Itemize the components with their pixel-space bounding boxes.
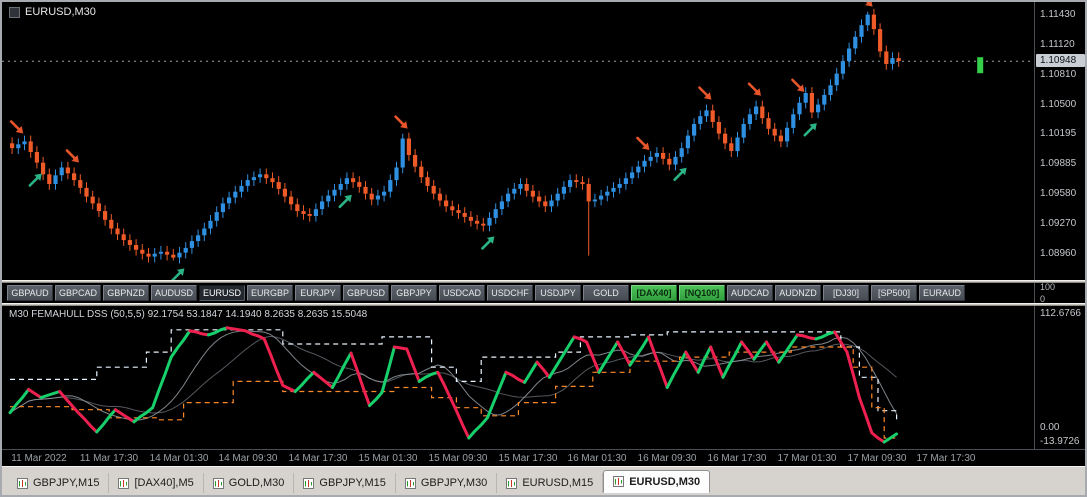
symbol-buttons-row: GBPAUD GBPCAD GBPNZD AUDUSD EURUSD EURGBP EURJ…	[7, 285, 965, 301]
green-marker-object	[977, 57, 984, 74]
tab-chart-icon	[404, 477, 416, 489]
price-axis[interactable]: 1.11430 1.11120 1.10810 1.10500 1.10195 1.098…	[1034, 2, 1085, 280]
main-chart-panel: EURUSD,M30 1.11430 1.11120 1.10810 1.10500 1…	[2, 2, 1085, 280]
symbol-button-GOLD[interactable]: GOLD	[583, 285, 629, 301]
chart-tab-GBPJPY-M15[interactable]: GBPJPY,M15	[294, 473, 396, 493]
indicator-axis-label: -13.9726	[1040, 436, 1080, 447]
tab-label: GBPJPY,M30	[420, 477, 488, 489]
subwindow-axis: 100 0	[1034, 282, 1085, 304]
symbol-button-EURJPY[interactable]: EURJPY	[295, 285, 341, 301]
time-axis-label: 17 Mar 17:30	[916, 453, 976, 464]
indicator-label: M30 FEMAHULL DSS (50,5,5) 92.1754 53.184…	[9, 309, 368, 320]
symbol-button-DAX40[interactable]: [DAX40]	[631, 285, 677, 301]
chart-tab-EURUSD-M15[interactable]: EURUSD,M15	[497, 473, 604, 493]
subwindow-axis-max: 100	[1040, 282, 1056, 292]
tab-label: EURUSD,M30	[629, 475, 701, 488]
chart-tab-EURUSD-M30[interactable]: EURUSD,M30	[603, 470, 711, 493]
price-axis-label: 1.10500	[1040, 99, 1077, 110]
symbol-button-GBPCAD[interactable]: GBPCAD	[55, 285, 101, 301]
price-axis-label: 1.10195	[1040, 128, 1077, 139]
time-axis-label: 17 Mar 01:30	[777, 453, 837, 464]
tab-chart-icon	[118, 477, 130, 489]
chart-tab-GBPJPY-M30[interactable]: GBPJPY,M30	[396, 473, 498, 493]
tab-chart-icon	[613, 476, 625, 487]
time-axis-label: 11 Mar 2022	[11, 453, 67, 464]
symbol-button-SP500[interactable]: [SP500]	[871, 285, 917, 301]
time-axis-label: 16 Mar 01:30	[567, 453, 627, 464]
symbol-buttons-panel: GBPAUD GBPCAD GBPNZD AUDUSD EURUSD EURGBP EURJ…	[2, 282, 1085, 304]
price-axis-label: 1.09580	[1040, 188, 1077, 199]
symbol-button-DJ30[interactable]: [DJ30]	[823, 285, 869, 301]
candlestick-chart[interactable]	[2, 2, 1034, 280]
tab-label: GBPJPY,M15	[33, 477, 100, 489]
symbol-button-NQ100[interactable]: [NQ100]	[679, 285, 725, 301]
time-axis-label: 14 Mar 17:30	[288, 453, 348, 464]
time-axis-label: 17 Mar 09:30	[847, 453, 907, 464]
current-price-label: 1.10948	[1036, 54, 1085, 67]
tab-chart-icon	[17, 477, 28, 489]
chart-tab-GOLD-M30[interactable]: GOLD,M30	[204, 473, 295, 493]
chart-symbol-label: EURUSD,M30	[25, 6, 96, 18]
symbol-button-EURUSD[interactable]: EURUSD	[199, 285, 245, 301]
symbol-button-GBPAUD[interactable]: GBPAUD	[7, 285, 53, 301]
time-axis-label: 15 Mar 17:30	[498, 453, 558, 464]
tab-label: GOLD,M30	[228, 477, 285, 489]
time-axis-label: 16 Mar 17:30	[707, 453, 767, 464]
symbol-button-AUDCAD[interactable]: AUDCAD	[727, 285, 773, 301]
indicator-axis[interactable]: 112.6766 0.00 -13.9726	[1034, 306, 1085, 449]
time-axis-label: 14 Mar 01:30	[149, 453, 209, 464]
symbol-button-USDJPY[interactable]: USDJPY	[535, 285, 581, 301]
time-axis-label: 15 Mar 09:30	[428, 453, 488, 464]
chart-tab-GBPJPY-M15[interactable]: GBPJPY,M15	[8, 473, 110, 493]
time-axis-label: 14 Mar 09:30	[218, 453, 278, 464]
indicator-chart[interactable]	[2, 306, 1034, 449]
price-axis-label: 1.08960	[1040, 248, 1077, 259]
symbol-button-EURAUD[interactable]: EURAUD	[919, 285, 965, 301]
indicator-axis-label: 0.00	[1040, 422, 1060, 433]
time-axis[interactable]: 11 Mar 2022 11 Mar 17:30 14 Mar 01:30 14 Ma…	[2, 449, 1085, 467]
price-axis-label: 1.11120	[1040, 39, 1075, 50]
chart-tab--DAX40--M5[interactable]: [DAX40],M5	[109, 473, 204, 493]
chart-icon	[9, 6, 20, 18]
symbol-button-GBPNZD[interactable]: GBPNZD	[103, 285, 149, 301]
symbol-button-GBPUSD[interactable]: GBPUSD	[343, 285, 389, 301]
trading-terminal-window: EURUSD,M30 1.11430 1.11120 1.10810 1.10500 1…	[0, 0, 1087, 497]
time-axis-label: 11 Mar 17:30	[79, 453, 139, 464]
symbol-button-GBPJPY[interactable]: GBPJPY	[391, 285, 437, 301]
tab-chart-icon	[212, 477, 224, 489]
chart-tabs-bar: GBPJPY,M15 [DAX40],M5 GOLD,M30 GBPJPY,M15 GB…	[2, 466, 1085, 495]
tab-chart-icon	[303, 477, 315, 489]
symbol-button-AUDNZD[interactable]: AUDNZD	[775, 285, 821, 301]
price-axis-label: 1.10810	[1040, 69, 1077, 80]
symbol-button-EURGBP[interactable]: EURGBP	[247, 285, 293, 301]
time-axis-label: 16 Mar 09:30	[637, 453, 697, 464]
chart-window: EURUSD,M30 1.11430 1.11120 1.10810 1.10500 1…	[2, 2, 1085, 467]
tab-label: EURUSD,M15	[522, 477, 594, 489]
chart-symbol-title: EURUSD,M30	[9, 6, 96, 18]
tab-label: GBPJPY,M15	[319, 477, 386, 489]
symbol-button-AUDUSD[interactable]: AUDUSD	[151, 285, 197, 301]
tab-label: [DAX40],M5	[134, 477, 194, 489]
price-axis-label: 1.09270	[1040, 218, 1077, 229]
tab-chart-icon	[506, 477, 518, 489]
indicator-axis-label: 112.6766	[1040, 308, 1081, 319]
symbol-button-USDCAD[interactable]: USDCAD	[439, 285, 485, 301]
indicator-panel: M30 FEMAHULL DSS (50,5,5) 92.1754 53.184…	[2, 306, 1085, 449]
symbol-button-USDCHF[interactable]: USDCHF	[487, 285, 533, 301]
price-axis-label: 1.11430	[1040, 9, 1076, 20]
price-axis-label: 1.09885	[1040, 158, 1077, 169]
time-axis-label: 15 Mar 01:30	[358, 453, 418, 464]
